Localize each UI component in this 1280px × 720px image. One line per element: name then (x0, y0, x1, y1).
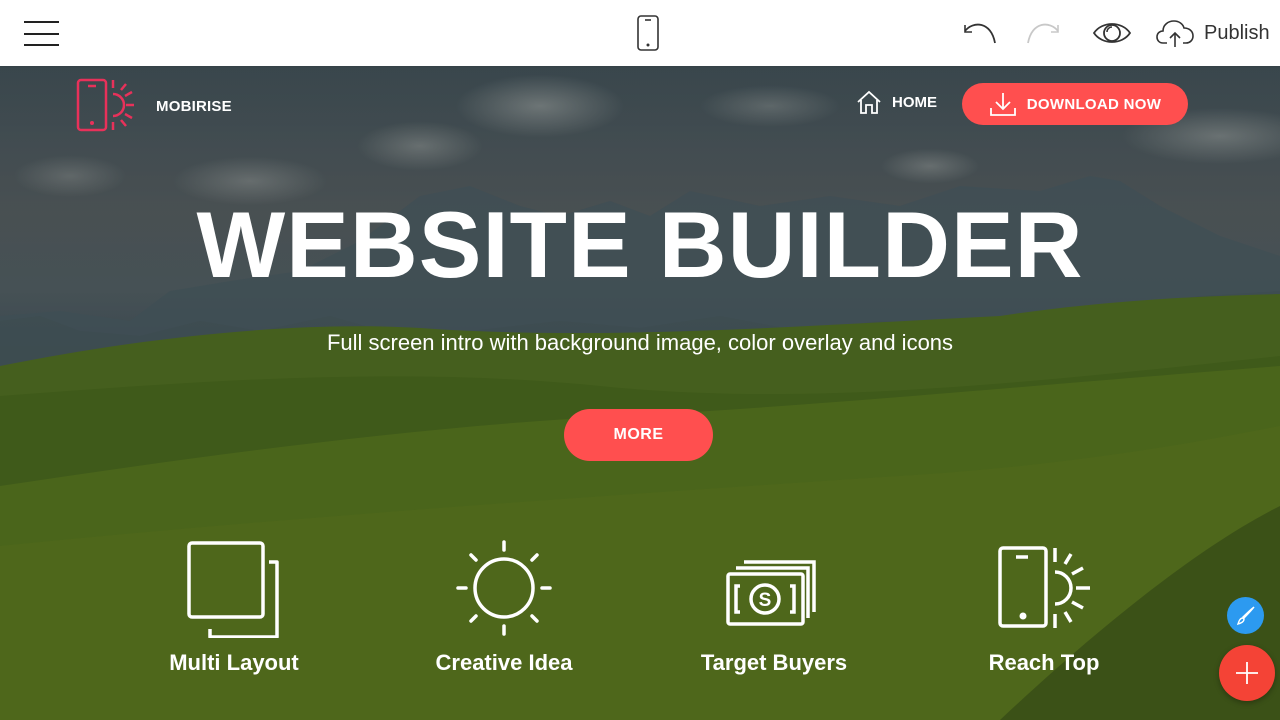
svg-text:S: S (759, 590, 772, 611)
publish-label: Publish (1204, 21, 1270, 44)
nav-home-link[interactable]: HOME (856, 90, 937, 114)
editor-toolbar: Publish (0, 0, 1280, 66)
redo-button[interactable] (1022, 16, 1068, 50)
hero-section: MOBIRISE HOME DOWNLOAD NOW WEBSITE BUILD… (0, 66, 1280, 720)
download-now-label: DOWNLOAD NOW (1026, 95, 1162, 113)
add-block-button[interactable] (1219, 645, 1275, 701)
site-brand[interactable]: MOBIRISE (76, 78, 232, 134)
hero-subtitle: Full screen intro with background image,… (326, 330, 954, 355)
sun-icon (456, 540, 552, 636)
download-icon (989, 93, 1016, 116)
money-icon: S (726, 560, 816, 626)
feature-item: S Target Buyers (654, 536, 894, 676)
phone-sun-icon (998, 546, 1090, 628)
publish-button[interactable]: Publish (1156, 14, 1270, 52)
feature-title: Reach Top (988, 650, 1100, 675)
feature-item: Reach Top (924, 536, 1164, 676)
undo-button[interactable] (955, 16, 1001, 50)
more-button-label: MORE (613, 426, 664, 443)
preview-button[interactable] (1090, 16, 1134, 50)
feature-item: Multi Layout (114, 536, 354, 676)
hero-title: WEBSITE BUILDER (196, 192, 1084, 297)
redo-icon (1027, 23, 1059, 44)
layers-icon (187, 541, 279, 638)
menu-button[interactable] (20, 16, 62, 48)
mobile-phone-icon (637, 15, 659, 51)
plus-icon (1236, 662, 1258, 684)
brand-name: MOBIRISE (156, 97, 232, 115)
paint-brush-icon (1236, 605, 1255, 625)
undo-icon (964, 23, 996, 44)
features-row: Multi Layout Creative Idea S Target Buye… (0, 536, 1280, 686)
feature-item: Creative Idea (384, 536, 624, 676)
eye-icon (1092, 23, 1132, 43)
home-icon (857, 90, 881, 114)
cloud-upload-icon (1156, 20, 1194, 47)
nav-home-label: HOME (892, 93, 937, 111)
hamburger-menu-icon (24, 21, 59, 46)
download-now-button[interactable]: DOWNLOAD NOW (962, 83, 1188, 125)
more-button[interactable]: MORE (564, 409, 713, 461)
phone-sun-icon (76, 78, 134, 132)
edit-styles-button[interactable] (1227, 597, 1264, 634)
feature-title: Creative Idea (435, 650, 573, 675)
mobile-view-button[interactable] (630, 12, 666, 54)
feature-title: Multi Layout (169, 650, 299, 675)
feature-title: Target Buyers (700, 650, 848, 675)
